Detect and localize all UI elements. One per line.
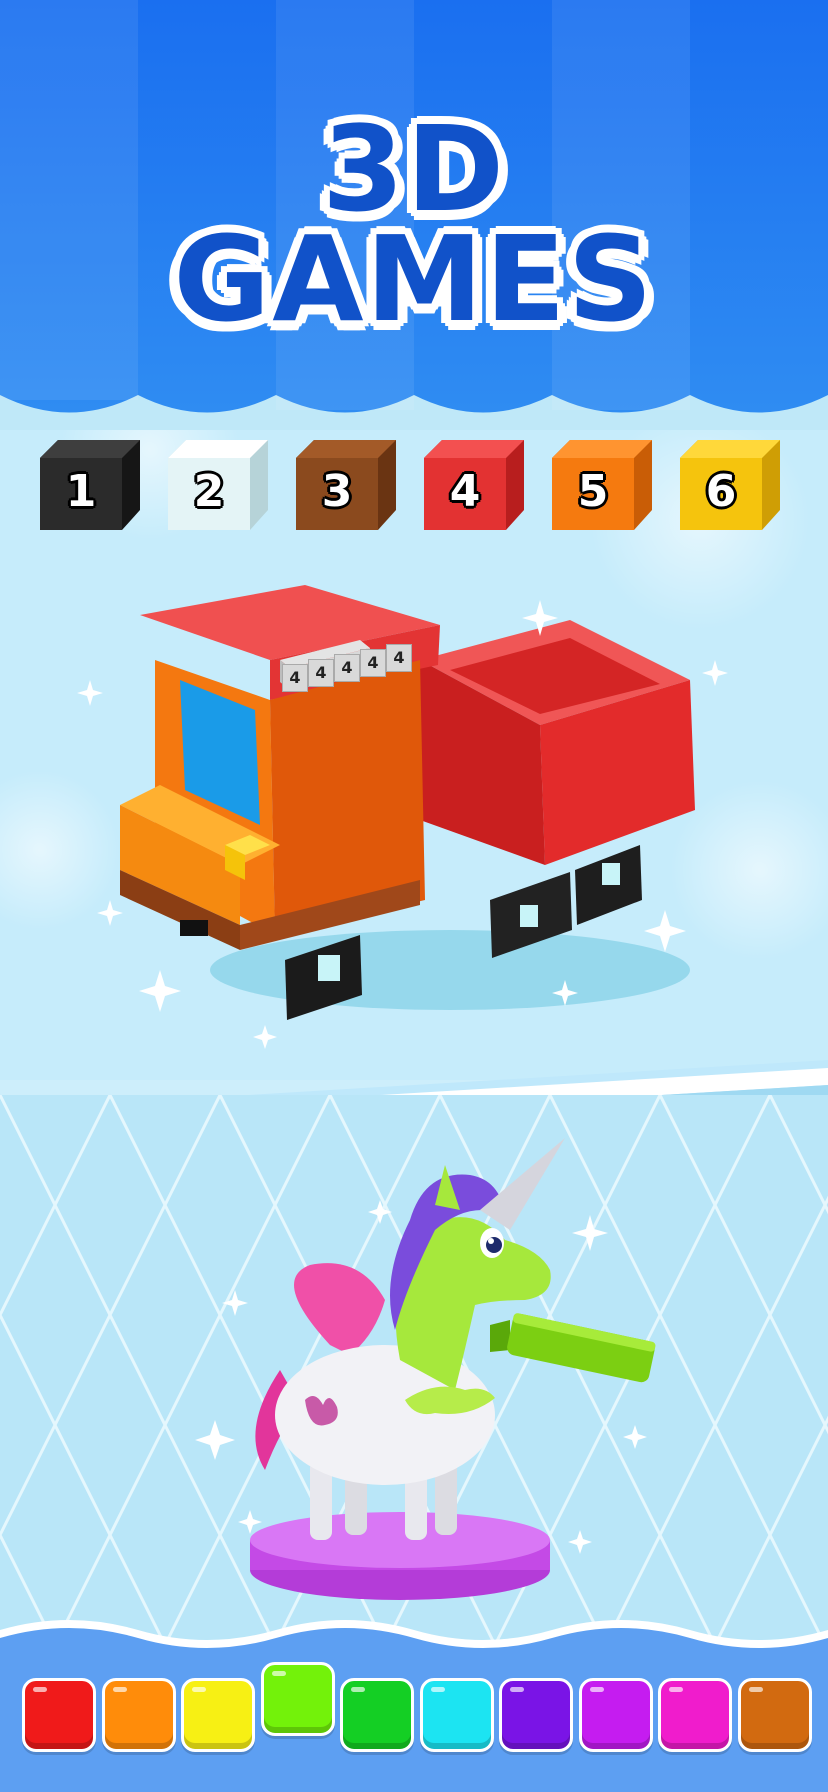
palette-cube-2[interactable]: 2 xyxy=(168,440,268,530)
title-line-2: GAMES xyxy=(173,210,655,348)
color-swatch-orange[interactable] xyxy=(101,1678,176,1752)
palette-cube-1[interactable]: 1 xyxy=(40,440,140,530)
color-swatch-lime[interactable] xyxy=(260,1662,335,1736)
color-swatch-green[interactable] xyxy=(340,1678,414,1752)
palette-cube-number: 3 xyxy=(321,466,353,517)
color-swatch-purple[interactable] xyxy=(499,1678,573,1752)
sparkles-bottom xyxy=(195,1200,647,1554)
color-swatch-row xyxy=(0,1662,828,1770)
palette-cube-number: 4 xyxy=(449,466,481,517)
sparkles-top xyxy=(77,600,728,1049)
color-swatch-violet[interactable] xyxy=(578,1678,653,1752)
header-banner: 3D GAMES xyxy=(0,0,828,430)
palette-cube-5[interactable]: 5 xyxy=(552,440,652,530)
color-swatch-magenta[interactable] xyxy=(658,1678,732,1752)
palette-cube-number: 6 xyxy=(705,466,737,517)
color-swatch-cyan[interactable] xyxy=(419,1678,494,1752)
color-swatch-brown[interactable] xyxy=(737,1678,812,1752)
palette-cube-6[interactable]: 6 xyxy=(680,440,780,530)
palette-cube-number: 2 xyxy=(193,466,225,517)
number-color-palette: 1 2 3 4 5 6 xyxy=(0,440,828,550)
palette-cube-number: 1 xyxy=(65,466,97,517)
palette-cube-number: 5 xyxy=(577,466,609,517)
palette-cube-3[interactable]: 3 xyxy=(296,440,396,530)
palette-cube-4[interactable]: 4 xyxy=(424,440,524,530)
color-swatch-red[interactable] xyxy=(22,1678,96,1752)
color-swatch-yellow[interactable] xyxy=(181,1678,255,1752)
